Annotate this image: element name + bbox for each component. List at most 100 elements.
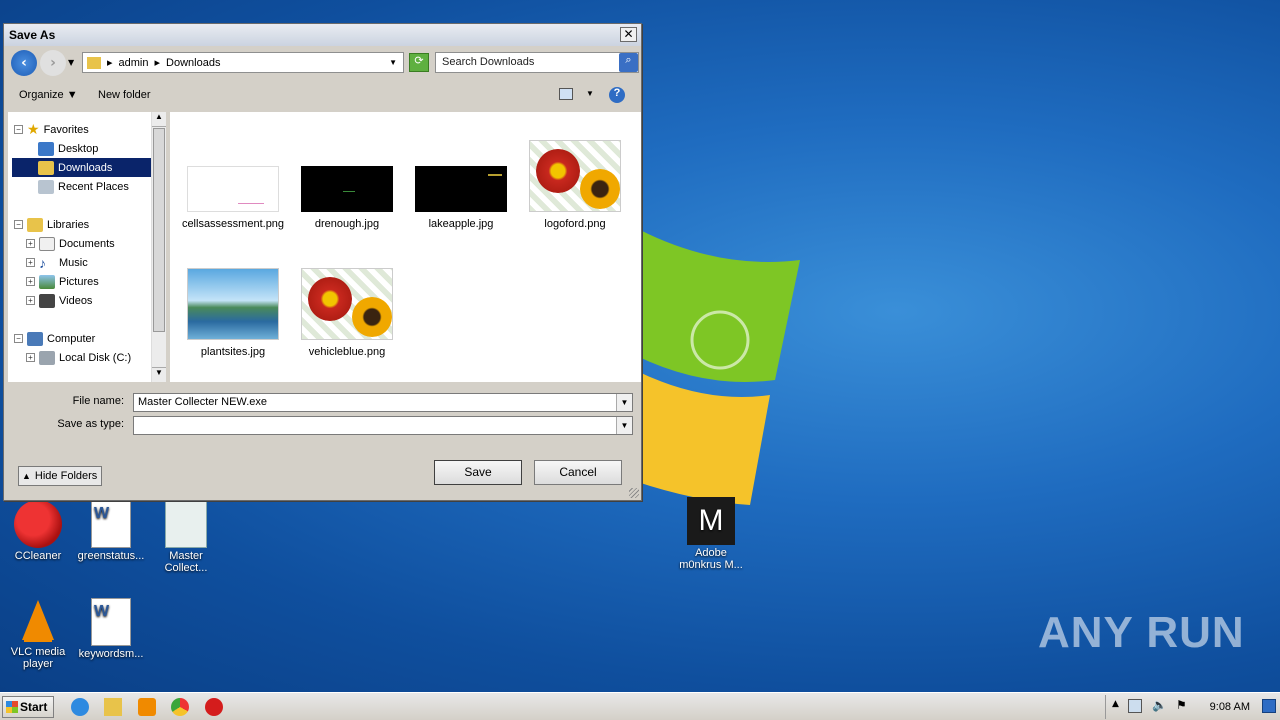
internet-explorer-icon[interactable] [71, 698, 89, 716]
tree-item-label: Libraries [47, 218, 90, 231]
tree-item-videos[interactable]: + Videos [26, 291, 92, 310]
expand-icon[interactable]: + [26, 258, 35, 267]
breadcrumb-admin[interactable]: admin [119, 57, 149, 69]
landscape-thumb [187, 268, 279, 340]
file-name-label: File name: [72, 395, 124, 407]
expand-icon[interactable]: + [26, 239, 35, 248]
desktop-icon-vlc[interactable]: VLC media player [0, 596, 76, 670]
chrome-icon[interactable] [171, 698, 189, 716]
chevron-down-icon[interactable]: ▼ [616, 394, 632, 411]
tree-item-music[interactable]: + ♪ Music [26, 253, 88, 272]
ccleaner-icon [14, 500, 62, 548]
desktop-icon-greenstatus[interactable]: W greenstatus... [73, 500, 149, 562]
pictures-icon [39, 274, 55, 289]
start-button[interactable]: Start [2, 696, 54, 718]
desktop-icon-master-collecter[interactable]: Master Collect... [148, 500, 224, 574]
save-button[interactable]: Save [434, 460, 522, 485]
scroll-thumb[interactable] [153, 128, 165, 332]
tree-item-recent-places[interactable]: Recent Places [38, 177, 129, 196]
recent-pages-dropdown[interactable]: ▼ [68, 58, 74, 67]
tree-item-label: Favorites [43, 123, 89, 136]
search-input[interactable]: Search Downloads [435, 52, 639, 73]
expand-icon[interactable]: + [26, 296, 35, 305]
hide-folders-button[interactable]: ▲ Hide Folders [18, 466, 102, 486]
desktop-icon-ccleaner[interactable]: CCleaner [0, 500, 76, 562]
breadcrumb-downloads[interactable]: Downloads [166, 57, 220, 69]
file-name-row: File name: Master Collecter NEW.exe ▼ [4, 393, 641, 413]
back-button[interactable]: ‹ [11, 50, 37, 76]
tree-item-computer[interactable]: − Computer [14, 329, 95, 348]
media-player-icon[interactable] [138, 698, 156, 716]
desktop-icon-label: Master Collect... [164, 550, 208, 574]
close-button[interactable]: ✕ [620, 27, 637, 42]
expand-icon[interactable]: + [26, 353, 35, 362]
new-folder-button[interactable]: New folder [98, 89, 151, 101]
flower-thumb [301, 268, 393, 340]
tree-item-label: Computer [47, 332, 96, 345]
file-item[interactable]: drenough.jpg [292, 166, 402, 231]
desktop-icon [38, 141, 54, 156]
search-icon[interactable]: ⌕ [619, 53, 638, 72]
scroll-down-icon[interactable]: ▼ [152, 367, 166, 382]
file-name: logoford.png [544, 218, 606, 230]
file-name-input[interactable]: Master Collecter NEW.exe ▼ [133, 393, 633, 412]
desktop-icon-label: greenstatus... [77, 550, 145, 562]
disk-icon [39, 350, 55, 365]
help-icon[interactable]: ? [609, 87, 625, 103]
tree-item-documents[interactable]: + Documents [26, 234, 115, 253]
collapse-icon[interactable]: − [14, 220, 23, 229]
chevron-down-icon[interactable]: ▼ [616, 417, 632, 434]
address-dropdown-icon[interactable]: ▼ [389, 58, 397, 67]
file-name-value: Master Collecter NEW.exe [138, 396, 267, 408]
file-explorer-icon[interactable] [104, 698, 122, 716]
clock[interactable]: 9:08 AM [1210, 701, 1250, 713]
tree-item-label: Desktop [58, 142, 99, 155]
tree-scrollbar[interactable]: ▲ ▼ [151, 112, 166, 382]
refresh-button[interactable]: ⟳ [409, 53, 429, 72]
save-type-label: Save as type: [57, 418, 124, 430]
cancel-button[interactable]: Cancel [534, 460, 622, 485]
taskbar: Start ▲ 🔈 ⚑ 9:08 AM [0, 692, 1280, 720]
tree-item-label: Videos [59, 294, 93, 307]
desktop-icon-keywords[interactable]: W keywordsm... [73, 598, 149, 660]
system-tray: ▲ 🔈 ⚑ 9:08 AM [1105, 695, 1280, 719]
tree-item-desktop[interactable]: Desktop [38, 139, 98, 158]
file-item[interactable]: cellsassessment.png [178, 166, 288, 231]
forward-button[interactable]: › [40, 50, 66, 76]
collapse-icon[interactable]: − [14, 125, 23, 134]
view-dropdown-icon[interactable]: ▼ [586, 89, 594, 98]
tree-item-local-disk[interactable]: + Local Disk (C:) [26, 348, 131, 367]
show-desktop-icon[interactable] [1262, 699, 1276, 713]
desktop-icon-adobe[interactable]: M Adobe m0nkrus M... [673, 497, 749, 571]
adobe-m-icon: M [687, 497, 735, 545]
dialog-titlebar[interactable]: Save As [4, 24, 641, 46]
network-icon[interactable] [1128, 699, 1142, 713]
tree-item-libraries[interactable]: − Libraries [14, 215, 89, 234]
save-type-row: Save as type: ▼ [4, 416, 641, 436]
tree-item-downloads[interactable]: Downloads [12, 158, 151, 177]
tree-item-pictures[interactable]: + Pictures [26, 272, 99, 291]
file-item[interactable]: plantsites.jpg [178, 268, 288, 359]
expand-icon[interactable]: + [26, 277, 35, 286]
tree-item-favorites[interactable]: − ★ Favorites [14, 120, 89, 139]
desktop-icon-label: VLC media player [10, 646, 66, 670]
resize-grip[interactable] [629, 488, 639, 498]
action-center-flag-icon[interactable]: ⚑ [1176, 698, 1187, 712]
file-item[interactable]: logoford.png [520, 140, 630, 231]
volume-icon[interactable]: 🔈 [1152, 698, 1167, 712]
recent-icon [38, 179, 54, 194]
desktop-icon-label: CCleaner [14, 550, 62, 562]
flower-thumb [529, 140, 621, 212]
save-type-select[interactable]: ▼ [133, 416, 633, 435]
file-item[interactable]: lakeapple.jpg [406, 166, 516, 231]
organize-button[interactable]: Organize ▼ [19, 89, 78, 101]
view-options-icon[interactable] [559, 88, 573, 100]
file-item[interactable]: vehicleblue.png [292, 268, 402, 359]
collapse-icon[interactable]: − [14, 334, 23, 343]
scroll-up-icon[interactable]: ▲ [152, 112, 166, 127]
show-hidden-icons-icon[interactable]: ▲ [1112, 699, 1119, 709]
opera-icon[interactable] [205, 698, 223, 716]
address-bar[interactable]: ▸ admin ▸ Downloads ▼ [82, 52, 404, 73]
installer-icon [165, 500, 207, 548]
desktop-icon-label: keywordsm... [78, 648, 144, 660]
